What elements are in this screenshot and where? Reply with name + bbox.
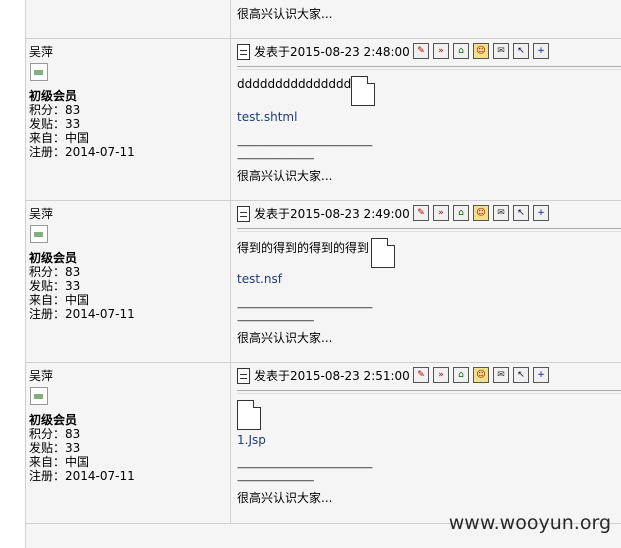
reply-icon[interactable]: + [533, 205, 549, 221]
post-toolbar: ✎ » ⌂ ☺ ✉ ↖ + [413, 43, 549, 59]
home-icon[interactable]: ⌂ [453, 43, 469, 59]
author-post-count: 发贴：33 [29, 117, 81, 131]
document-icon [237, 205, 250, 222]
author-rank: 初级会员 [29, 413, 78, 427]
signature: 很高兴认识大家... [237, 331, 333, 345]
post-row-fragment: 很高兴认识大家... [25, 0, 621, 39]
edit-icon[interactable]: ↖ [513, 367, 529, 383]
ip-icon[interactable]: ✎ [413, 205, 429, 221]
post-body: 发表于2015-08-23 2:51:00 ✎ » ⌂ ☺ ✉ ↖ + 1.Js… [231, 363, 621, 523]
post-header: 发表于2015-08-23 2:51:00 [237, 367, 410, 384]
attachment-file-icon [237, 400, 261, 430]
divider [237, 228, 621, 232]
attachment-link[interactable]: test.nsf [237, 272, 282, 286]
post-header: 发表于2015-08-23 2:49:00 [237, 205, 410, 222]
attachment-link[interactable]: test.shtml [237, 110, 297, 124]
author-name[interactable]: 吴萍 [29, 205, 53, 222]
signature-divider: ---------------------------------- [237, 476, 314, 486]
author-column: 吴萍 初级会员 积分：83 发贴：33 来自：中国 注册：2014-07-11 [25, 363, 231, 523]
attachment-link[interactable]: 1.Jsp [237, 433, 266, 447]
author-points: 积分：83 [29, 265, 81, 279]
ip-icon[interactable]: ✎ [413, 43, 429, 59]
attachment-file-icon [371, 238, 395, 268]
pm-icon[interactable]: ✉ [493, 43, 509, 59]
author-from: 来自：中国 [29, 455, 90, 469]
avatar [30, 387, 48, 405]
profile-icon[interactable]: ☺ [473, 367, 489, 383]
post-body: 发表于2015-08-23 2:49:00 ✎ » ⌂ ☺ ✉ ↖ + 得到的得… [231, 201, 621, 362]
watermark: www.wooyun.org [448, 512, 611, 534]
signature-divider: ----------------------------------------… [237, 463, 373, 473]
post-toolbar: ✎ » ⌂ ☺ ✉ ↖ + [413, 205, 549, 221]
attachment-file-icon [351, 76, 375, 106]
signature-divider: ---------------------------------- [237, 154, 314, 164]
home-icon[interactable]: ⌂ [453, 367, 469, 383]
post-body: 很高兴认识大家... [231, 0, 621, 38]
author-registered: 注册：2014-07-11 [29, 307, 135, 321]
author-name[interactable]: 吴萍 [29, 367, 53, 384]
home-icon[interactable]: ⌂ [453, 205, 469, 221]
reply-icon[interactable]: + [533, 367, 549, 383]
author-column: 吴萍 初级会员 积分：83 发贴：33 来自：中国 注册：2014-07-11 [25, 39, 231, 200]
post-content: ddddddddddddddddd [237, 77, 367, 91]
reply-icon[interactable]: + [533, 43, 549, 59]
document-icon [237, 43, 250, 60]
quote-icon[interactable]: » [433, 367, 449, 383]
divider [237, 66, 621, 70]
avatar [30, 63, 48, 81]
avatar [30, 225, 48, 243]
author-registered: 注册：2014-07-11 [29, 469, 135, 483]
author-registered: 注册：2014-07-11 [29, 145, 135, 159]
post-header: 发表于2015-08-23 2:48:00 [237, 43, 410, 60]
edit-icon[interactable]: ↖ [513, 205, 529, 221]
quote-icon[interactable]: » [433, 205, 449, 221]
divider [237, 390, 621, 394]
author-column: 吴萍 初级会员 积分：83 发贴：33 来自：中国 注册：2014-07-11 [25, 201, 231, 362]
author-name[interactable]: 吴萍 [29, 43, 53, 60]
post-body: 发表于2015-08-23 2:48:00 ✎ » ⌂ ☺ ✉ ↖ + dddd… [231, 39, 621, 200]
author-from: 来自：中国 [29, 293, 90, 307]
quote-icon[interactable]: » [433, 43, 449, 59]
profile-icon[interactable]: ☺ [473, 43, 489, 59]
post-toolbar: ✎ » ⌂ ☺ ✉ ↖ + [413, 367, 549, 383]
post-row: 吴萍 初级会员 积分：83 发贴：33 来自：中国 注册：2014-07-11 … [25, 201, 621, 363]
post-timestamp: 发表于2015-08-23 2:49:00 [254, 207, 410, 221]
post-timestamp: 发表于2015-08-23 2:48:00 [254, 45, 410, 59]
document-icon [237, 367, 250, 384]
author-column [25, 0, 231, 38]
edit-icon[interactable]: ↖ [513, 43, 529, 59]
signature-divider: ----------------------------------------… [237, 141, 373, 151]
author-rank: 初级会员 [29, 89, 78, 103]
author-rank: 初级会员 [29, 251, 78, 265]
author-post-count: 发贴：33 [29, 279, 81, 293]
author-points: 积分：83 [29, 427, 81, 441]
signature: 很高兴认识大家... [237, 491, 333, 505]
signature: 很高兴认识大家... [237, 7, 333, 21]
post-timestamp: 发表于2015-08-23 2:51:00 [254, 369, 410, 383]
author-post-count: 发贴：33 [29, 441, 81, 455]
author-points: 积分：83 [29, 103, 81, 117]
post-content: 得到的得到的得到的得到 [237, 241, 370, 255]
pm-icon[interactable]: ✉ [493, 205, 509, 221]
signature-divider: ----------------------------------------… [237, 303, 373, 313]
post-row: 吴萍 初级会员 积分：83 发贴：33 来自：中国 注册：2014-07-11 … [25, 39, 621, 201]
signature: 很高兴认识大家... [237, 169, 333, 183]
ip-icon[interactable]: ✎ [413, 367, 429, 383]
author-from: 来自：中国 [29, 131, 90, 145]
pm-icon[interactable]: ✉ [493, 367, 509, 383]
signature-divider: ---------------------------------- [237, 316, 314, 326]
profile-icon[interactable]: ☺ [473, 205, 489, 221]
post-row: 吴萍 初级会员 积分：83 发贴：33 来自：中国 注册：2014-07-11 … [25, 363, 621, 524]
